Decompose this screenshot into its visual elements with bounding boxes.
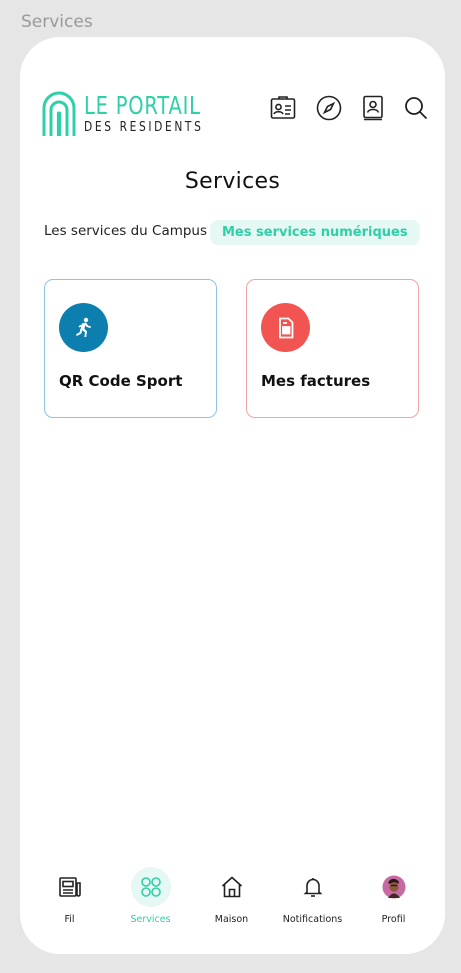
avatar: [374, 867, 414, 907]
card-label: QR Code Sport: [59, 372, 183, 390]
qr-code-sport-card[interactable]: QR Code Sport: [44, 279, 217, 418]
nav-item-services[interactable]: Services: [110, 865, 191, 925]
nav-label-maison: Maison: [214, 914, 249, 925]
grid-circles-icon: [130, 867, 171, 907]
app-logo[interactable]: LE PORTAIL DES RESIDENTS: [42, 90, 234, 136]
nav-label-fil: Fil: [64, 914, 75, 925]
nav-label-notifications: Notifications: [282, 914, 343, 925]
card-label: Mes factures: [261, 372, 371, 390]
logo-title: LE PORTAIL: [84, 91, 201, 120]
page-caption: Services: [21, 12, 93, 32]
logo-subtitle: DES RESIDENTS: [84, 120, 204, 135]
runner-icon: [59, 303, 108, 352]
phone-screen: LE PORTAIL DES RESIDENTS Services Les se…: [20, 37, 445, 954]
contact-book-icon[interactable]: [360, 95, 386, 121]
nav-item-notifications[interactable]: Notifications: [272, 865, 353, 925]
mes-factures-card[interactable]: Mes factures: [246, 279, 419, 418]
nav-item-maison[interactable]: Maison: [191, 865, 272, 925]
nav-label-profil: Profil: [381, 914, 406, 925]
invoice-icon: [261, 303, 310, 352]
tab-campus-services[interactable]: Les services du Campus: [44, 223, 207, 239]
nav-item-fil[interactable]: Fil: [29, 865, 110, 925]
page-title: Services: [184, 169, 281, 194]
compass-icon[interactable]: [316, 95, 342, 121]
bell-icon: [293, 867, 333, 907]
arch-logo-icon: [42, 91, 76, 136]
nav-item-profil[interactable]: Profil: [353, 865, 434, 925]
newspaper-icon: [50, 867, 90, 907]
tab-digital-services[interactable]: Mes services numériques: [210, 220, 420, 245]
search-icon[interactable]: [403, 95, 429, 121]
bottom-nav: Fil Services Maison Notifications Profil: [20, 865, 445, 935]
nav-label-services: Services: [130, 914, 171, 925]
id-card-icon[interactable]: [270, 95, 296, 121]
house-icon: [212, 867, 252, 907]
